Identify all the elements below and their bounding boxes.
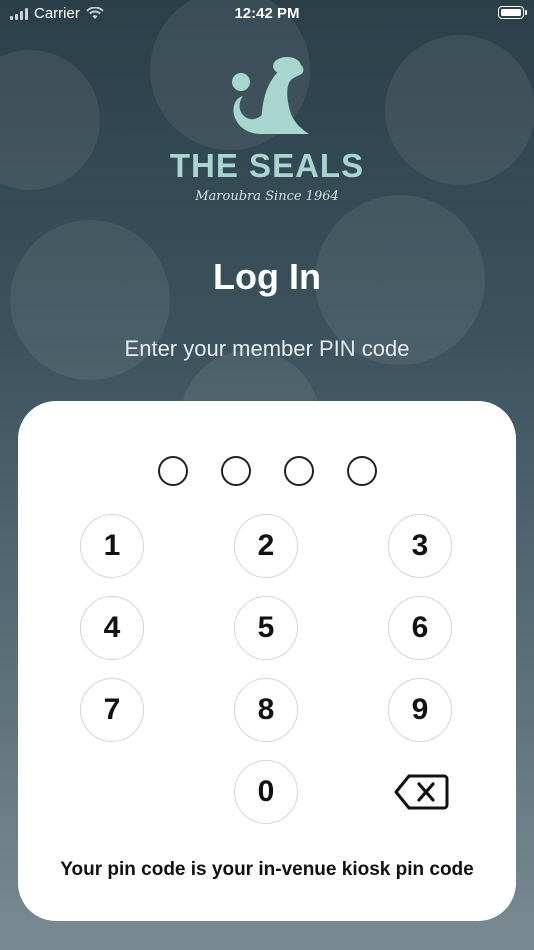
- status-bar: Carrier 12:42 PM: [0, 0, 534, 28]
- key-6[interactable]: 6: [388, 596, 452, 660]
- pin-dot: [220, 456, 251, 486]
- key-7[interactable]: 7: [80, 678, 144, 742]
- brand-tagline: Maroubra Since 1964: [195, 189, 339, 204]
- key-5[interactable]: 5: [234, 596, 298, 660]
- pin-card: 1 2 3 4 5 6 7 8 9 0 Your pin code is you…: [18, 401, 516, 921]
- key-1[interactable]: 1: [80, 514, 144, 578]
- backspace-button[interactable]: [391, 770, 451, 814]
- pin-hint: Your pin code is your in-venue kiosk pin…: [60, 859, 474, 880]
- key-9[interactable]: 9: [388, 678, 452, 742]
- pin-dot: [346, 456, 377, 486]
- key-4[interactable]: 4: [80, 596, 144, 660]
- pin-dot: [283, 456, 314, 486]
- key-0[interactable]: 0: [234, 760, 298, 824]
- pin-indicator: [18, 456, 516, 486]
- brand-name: THE SEALS: [169, 147, 365, 184]
- pin-dot: [157, 456, 188, 486]
- battery-icon: [498, 6, 527, 19]
- page-subtitle: Enter your member PIN code: [124, 336, 410, 361]
- key-2[interactable]: 2: [234, 514, 298, 578]
- seal-icon: [232, 57, 309, 135]
- page-title: Log In: [213, 256, 321, 297]
- status-time: 12:42 PM: [234, 5, 300, 22]
- key-3[interactable]: 3: [388, 514, 452, 578]
- brand-logo: THE SEALS Maroubra Since 1964: [0, 52, 534, 204]
- key-8[interactable]: 8: [234, 678, 298, 742]
- backspace-icon: [394, 774, 449, 810]
